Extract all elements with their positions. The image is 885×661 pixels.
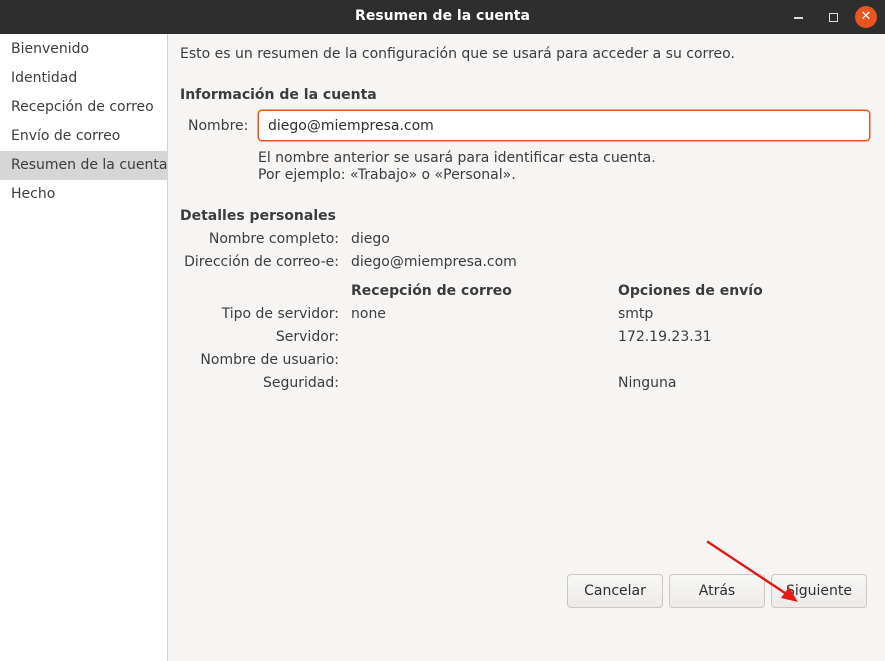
name-label: Nombre: [188, 118, 249, 134]
send-column-header: Opciones de envío [618, 283, 763, 299]
server-type-receive: none [351, 306, 386, 322]
email-value: diego@miempresa.com [351, 254, 517, 270]
minimize-icon[interactable] [787, 6, 809, 28]
security-send: Ninguna [618, 375, 677, 391]
receive-column-header: Recepción de correo [351, 283, 512, 299]
maximize-icon[interactable] [822, 6, 844, 28]
name-hint-line1: El nombre anterior se usará para identif… [258, 150, 656, 166]
security-label: Seguridad: [263, 375, 339, 391]
sidebar-item-bienvenido[interactable]: Bienvenido [0, 35, 167, 64]
account-name-input[interactable] [258, 110, 870, 141]
sidebar-item-envio[interactable]: Envío de correo [0, 122, 167, 151]
next-button[interactable]: Siguiente [771, 574, 867, 608]
summary-panel: Esto es un resumen de la configuración q… [168, 34, 885, 661]
server-type-label: Tipo de servidor: [221, 306, 339, 322]
window-title: Resumen de la cuenta [355, 8, 530, 24]
fullname-label: Nombre completo: [208, 231, 339, 247]
intro-text: Esto es un resumen de la configuración q… [180, 46, 735, 62]
fullname-value: diego [351, 231, 390, 247]
server-type-send: smtp [618, 306, 654, 322]
sidebar-item-identidad[interactable]: Identidad [0, 64, 167, 93]
close-icon[interactable]: ✕ [855, 6, 877, 28]
email-label: Dirección de correo-e: [184, 254, 339, 270]
title-bar[interactable]: Resumen de la cuenta ✕ [0, 0, 885, 34]
server-label: Servidor: [275, 329, 339, 345]
account-info-heading: Información de la cuenta [180, 87, 377, 103]
sidebar-item-hecho[interactable]: Hecho [0, 180, 167, 209]
back-button[interactable]: Atrás [669, 574, 765, 608]
cancel-button[interactable]: Cancelar [567, 574, 663, 608]
assistant-sidebar: Bienvenido Identidad Recepción de correo… [0, 34, 168, 661]
server-send: 172.19.23.31 [618, 329, 712, 345]
personal-details-heading: Detalles personales [180, 208, 336, 224]
username-label: Nombre de usuario: [200, 352, 339, 368]
name-hint-line2: Por ejemplo: «Trabajo» o «Personal». [258, 167, 516, 183]
sidebar-item-recepcion[interactable]: Recepción de correo [0, 93, 167, 122]
account-summary-window: Resumen de la cuenta ✕ Bienvenido Identi… [0, 0, 885, 661]
sidebar-item-resumen[interactable]: Resumen de la cuenta [0, 151, 167, 180]
